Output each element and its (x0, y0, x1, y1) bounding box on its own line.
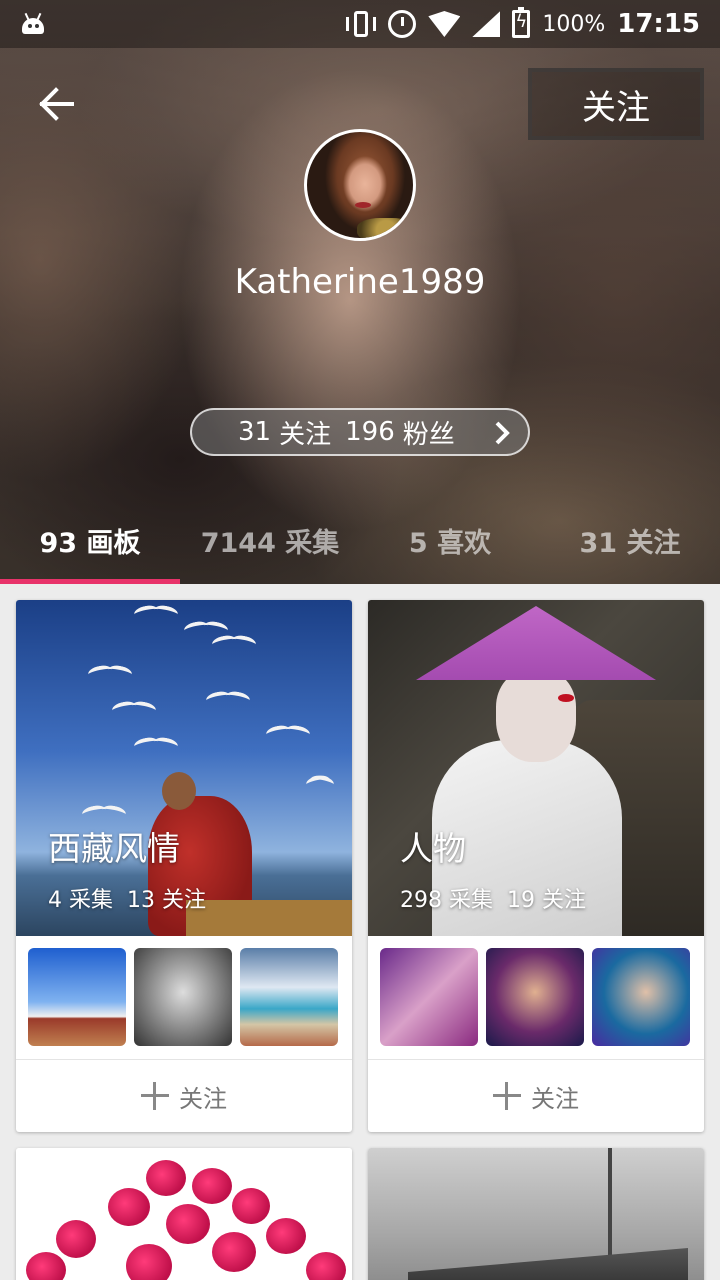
tab-likes[interactable]: 5 喜欢 (360, 500, 540, 580)
alarm-icon (388, 10, 417, 38)
follow-user-button[interactable]: 关注 (528, 68, 704, 140)
board-pin-count: 4 采集 (48, 888, 113, 913)
tibet-monastery-thumbnail[interactable] (28, 948, 126, 1046)
vibrate-icon (346, 11, 377, 37)
board-card[interactable] (16, 1148, 352, 1280)
board-card[interactable]: 人物 298 采集 19 关注 关注 (368, 600, 704, 1132)
avatar[interactable] (304, 129, 416, 241)
board-card[interactable]: 西藏风情 4 采集 13 关注 关注 (16, 600, 352, 1132)
follow-board-label: 关注 (531, 1084, 579, 1113)
back-button[interactable] (28, 80, 84, 128)
followers-label: 粉丝 (402, 419, 455, 450)
follow-stats-button[interactable]: 31 关注 196 粉丝 (190, 408, 530, 456)
follow-board-button[interactable]: 关注 (16, 1060, 352, 1132)
wifi-icon (428, 11, 461, 37)
board-title: 西藏风情 (48, 829, 180, 868)
board-follower-count: 13 关注 (127, 888, 206, 913)
plus-icon (493, 1082, 521, 1110)
chevron-right-icon (495, 421, 510, 445)
tab-indicator (0, 579, 180, 584)
follow-board-label: 关注 (179, 1084, 227, 1113)
indian-bride-thumbnail[interactable] (486, 948, 584, 1046)
board-follower-count: 19 关注 (507, 888, 586, 913)
board-card[interactable] (368, 1148, 704, 1280)
purple-portrait-thumbnail[interactable] (380, 948, 478, 1046)
tab-pins[interactable]: 7144 采集 (180, 500, 360, 580)
board-cover-image[interactable]: 人物 298 采集 19 关注 (368, 600, 704, 936)
status-bar: 100% 17:15 (0, 0, 720, 48)
signal-icon (472, 11, 501, 37)
board-stats: 298 采集 19 关注 (400, 882, 586, 914)
tab-boards[interactable]: 93 画板 (0, 500, 180, 580)
profile-tabs: 93 画板 7144 采集 5 喜欢 31 关注 (0, 500, 720, 584)
battery-icon (512, 7, 531, 38)
board-stats: 4 采集 13 关注 (48, 882, 206, 914)
pilgrim-bw-thumbnail[interactable] (134, 948, 232, 1046)
board-cover-image[interactable]: 西藏风情 4 采集 13 关注 (16, 600, 352, 936)
android-notification-icon (20, 12, 46, 36)
board-cover-image[interactable] (368, 1148, 704, 1280)
username: Katherine1989 (234, 262, 486, 302)
board-pin-count: 298 采集 (400, 888, 493, 913)
follow-board-button[interactable]: 关注 (368, 1060, 704, 1132)
followers-count: 196 (345, 417, 395, 447)
lake-prayer-flags-thumbnail[interactable] (240, 948, 338, 1046)
board-cover-image[interactable] (16, 1148, 352, 1280)
tab-following[interactable]: 31 关注 (540, 500, 720, 580)
clock: 17:15 (617, 9, 700, 39)
plus-icon (141, 1082, 169, 1110)
battery-percent: 100% (542, 11, 606, 37)
following-count: 31 (238, 417, 272, 447)
board-thumbnails (16, 936, 352, 1060)
board-thumbnails (368, 936, 704, 1060)
chinese-opera-thumbnail[interactable] (592, 948, 690, 1046)
board-title: 人物 (400, 829, 466, 868)
following-label: 关注 (279, 419, 332, 450)
arrow-left-icon (39, 87, 74, 121)
